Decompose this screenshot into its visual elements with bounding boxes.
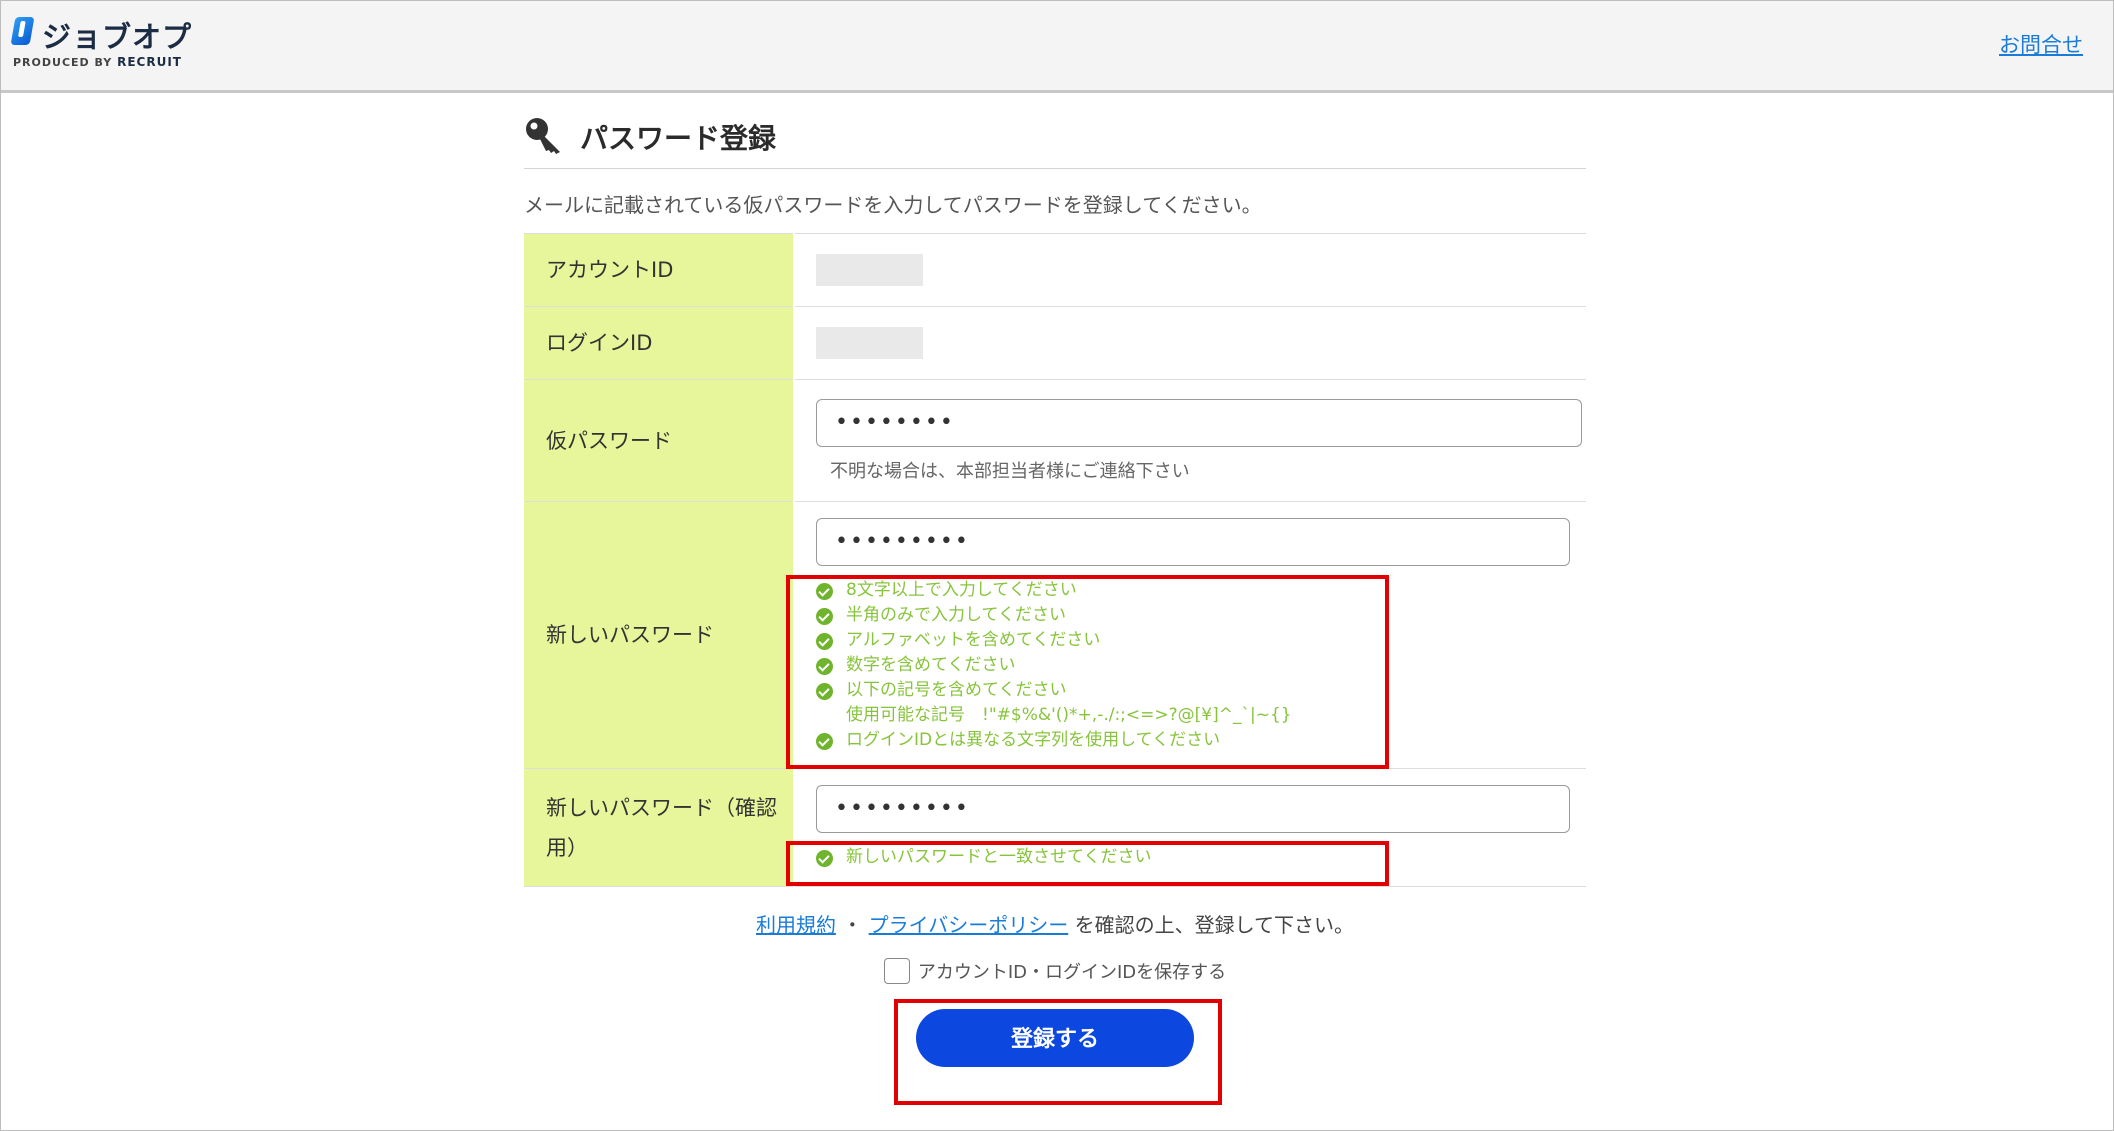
check-icon [816,607,833,625]
temp-password-input[interactable]: •••••••• [816,398,1582,447]
page-title: パスワード登録 [580,122,777,155]
check-icon [816,732,833,750]
login-id-value [794,306,1586,380]
check-icon [816,657,833,675]
logo-text: ジョブオプ [42,20,193,54]
logo-brand: RECRUIT [117,55,182,69]
check-icon [816,632,833,650]
main-content: パスワード登録 メールに記載されている仮パスワードを入力してパスワードを登録して… [524,90,1586,1067]
row-temp-password: 仮パスワード •••••••• 不明な場合は、本部担当者様にご連絡下さい [524,379,1586,502]
consent-suffix: を確認の上、登録して下さい。 [1074,913,1355,937]
confirm-password-cell: ••••••••• 新しいパスワードと一致させてください [794,768,1586,887]
save-ids-label[interactable]: アカウントID・ログインIDを保存する [918,962,1226,983]
row-login-id: ログインID [524,306,1586,380]
temp-password-hint: 不明な場合は、本部担当者様にご連絡下さい [830,460,1190,482]
title-row: パスワード登録 [524,90,1586,169]
confirm-password-input[interactable]: ••••••••• [816,785,1570,833]
consent-separator: ・ [842,913,863,937]
contact-link[interactable]: お問合せ [1999,29,2083,59]
key-icon [526,118,560,154]
save-ids-row: アカウントID・ログインIDを保存する [524,958,1586,986]
rule-item: 数字を含めてください [816,653,1586,678]
logo-subtitle: PRODUCED BY RECRUIT [13,55,182,69]
account-id-blank [816,254,923,286]
new-password-input[interactable]: ••••••••• [816,517,1570,566]
submit-area: 登録する [524,1009,1586,1067]
consent-text: 利用規約 ・ プライバシーポリシー を確認の上、登録して下さい。 [524,909,1586,938]
check-icon [816,850,833,867]
confirm-rules: 新しいパスワードと一致させてください [816,845,1586,870]
logo-produced-by: PRODUCED BY [13,56,113,69]
temp-password-cell: •••••••• 不明な場合は、本部担当者様にご連絡下さい [794,379,1586,502]
account-id-label: アカウントID [524,233,795,307]
register-button[interactable]: 登録する [916,1009,1194,1067]
login-id-blank [816,327,923,359]
account-id-value [794,233,1586,307]
password-form: アカウントID ログインID 仮パスワード •••••••• 不明な場合は、本部… [524,233,1586,887]
logo-mark-icon [10,17,35,45]
terms-link[interactable]: 利用規約 [756,913,836,937]
row-confirm-password: 新しいパスワード（確認用） ••••••••• 新しいパスワードと一致させてくだ… [524,768,1586,887]
login-id-label: ログインID [524,306,795,380]
new-password-cell: ••••••••• 8文字以上で入力してください 半角のみで入力してください ア… [794,501,1586,769]
check-icon [816,582,833,600]
symbols-note: 使用可能な記号 !"#$%&'()*+,-./:;<=>?@[¥]^_`|~{} [846,704,1292,725]
rule-item: 半角のみで入力してください [816,603,1586,628]
check-icon [816,682,833,700]
rule-item: 新しいパスワードと一致させてください [816,845,1586,870]
site-header: ジョブオプ PRODUCED BY RECRUIT お問合せ [1,1,2113,93]
password-rules: 8文字以上で入力してください 半角のみで入力してください アルファベットを含めて… [816,578,1586,753]
rule-item: ログインIDとは異なる文字列を使用してください [816,728,1586,753]
new-password-label: 新しいパスワード [524,501,795,769]
rule-item: アルファベットを含めてください [816,628,1586,653]
privacy-policy-link[interactable]: プライバシーポリシー [869,913,1069,937]
confirm-password-label: 新しいパスワード（確認用） [524,768,795,887]
rule-item: 以下の記号を含めてください 使用可能な記号 !"#$%&'()*+,-./:;<… [816,678,1586,728]
intro-text: メールに記載されている仮パスワードを入力してパスワードを登録してください。 [524,193,1262,217]
save-ids-checkbox[interactable] [883,958,910,984]
temp-password-label: 仮パスワード [524,379,795,502]
rule-item: 8文字以上で入力してください [816,578,1586,603]
row-new-password: 新しいパスワード ••••••••• 8文字以上で入力してください 半角のみで入… [524,501,1586,769]
row-account-id: アカウントID [524,233,1586,307]
